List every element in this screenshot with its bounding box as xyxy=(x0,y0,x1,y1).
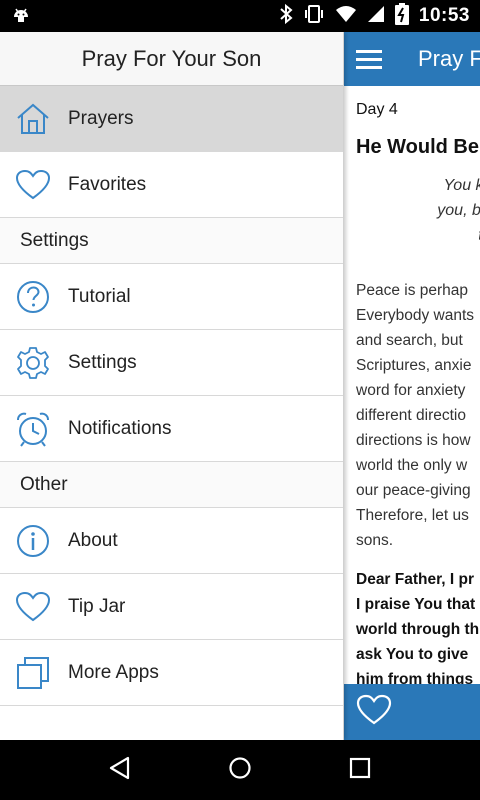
home-circle-icon xyxy=(228,756,252,785)
status-time: 10:53 xyxy=(418,5,470,26)
navigation-drawer: Pray For Your Son Prayers Favorites Sett… xyxy=(0,32,344,740)
drawer-item-label: Tutorial xyxy=(68,285,131,307)
drawer-item-prayers[interactable]: Prayers xyxy=(0,86,343,152)
verse-line: you, because he xyxy=(437,202,480,219)
info-circle-icon xyxy=(0,508,68,574)
back-button[interactable] xyxy=(90,740,150,800)
system-nav-bar xyxy=(0,740,480,800)
drawer-item-tutorial[interactable]: Tutorial xyxy=(0,264,343,330)
drawer-item-settings[interactable]: Settings xyxy=(0,330,343,396)
prayer-line: world through th xyxy=(356,621,480,638)
drawer-item-notifications[interactable]: Notifications xyxy=(0,396,343,462)
status-bar: 10:53 xyxy=(0,0,480,32)
body-line: Therefore, let us xyxy=(356,507,469,524)
app-toolbar: Pray F xyxy=(344,32,480,86)
battery-charging-icon xyxy=(394,2,409,30)
signal-icon xyxy=(367,5,385,28)
section-header-other: Other xyxy=(0,462,343,508)
verse-line: the L xyxy=(356,223,480,248)
verse-line: You keep him i xyxy=(443,177,480,194)
drawer-item-label: Prayers xyxy=(68,107,134,129)
drawer-item-favorites[interactable]: Favorites xyxy=(0,152,343,218)
drawer-item-about[interactable]: About xyxy=(0,508,343,574)
section-label: Other xyxy=(20,473,68,495)
wifi-icon xyxy=(335,5,357,28)
gear-icon xyxy=(0,330,68,396)
body-line: directions is how xyxy=(356,432,471,449)
body-line: Scriptures, anxie xyxy=(356,357,472,374)
drawer-item-label: Settings xyxy=(68,351,137,373)
body-line: world the only w xyxy=(356,457,468,474)
heart-icon xyxy=(0,152,68,218)
drawer-item-label: About xyxy=(68,529,118,551)
drawer-item-label: Tip Jar xyxy=(68,595,126,617)
main-content: Pray F Day 4 He Would Be You keep him i … xyxy=(344,32,480,740)
bluetooth-icon xyxy=(279,3,293,30)
heart-icon xyxy=(0,574,68,640)
body-line: our peace-giving xyxy=(356,482,471,499)
toolbar-title: Pray F xyxy=(418,46,480,71)
body-line: and search, but xyxy=(356,332,463,349)
drawer-item-more-apps[interactable]: More Apps xyxy=(0,640,343,706)
stacked-squares-icon xyxy=(0,640,68,706)
verse-text: You keep him i you, because he the L xyxy=(356,173,480,248)
drawer-item-label: Favorites xyxy=(68,173,147,195)
home-icon xyxy=(0,86,68,152)
favorite-heart-icon[interactable] xyxy=(356,694,392,731)
drawer-header: Pray For Your Son xyxy=(0,32,343,86)
drawer-item-tip-jar[interactable]: Tip Jar xyxy=(0,574,343,640)
recents-button[interactable] xyxy=(330,740,390,800)
help-circle-icon xyxy=(0,264,68,330)
body-line: Everybody wants xyxy=(356,307,475,324)
prayer-content: Day 4 He Would Be You keep him i you, be… xyxy=(356,86,480,692)
alarm-clock-icon xyxy=(0,396,68,462)
prayer-line: ask You to give xyxy=(356,646,469,663)
body-line: word for anxiety xyxy=(356,382,466,399)
prayer-line: Dear Father, I pr xyxy=(356,571,475,588)
day-label: Day 4 xyxy=(356,101,398,118)
prayer-line: I praise You that xyxy=(356,596,476,613)
menu-icon[interactable] xyxy=(344,32,396,86)
bottom-action-bar xyxy=(344,684,480,740)
body-line: Peace is perhap xyxy=(356,282,469,299)
prayer-text: Dear Father, I pr I praise You that worl… xyxy=(356,567,480,692)
body-line: different directio xyxy=(356,407,466,424)
home-button[interactable] xyxy=(210,740,270,800)
prayer-heading: He Would Be xyxy=(356,136,479,158)
android-debug-icon xyxy=(10,3,32,30)
section-label: Settings xyxy=(20,229,89,251)
recents-square-icon xyxy=(349,757,371,784)
drawer-item-label: Notifications xyxy=(68,417,172,439)
body-line: sons. xyxy=(356,532,394,549)
devotional-text: Peace is perhap Everybody wants and sear… xyxy=(356,278,480,553)
back-triangle-icon xyxy=(108,756,132,785)
section-header-settings: Settings xyxy=(0,218,343,264)
vibrate-icon xyxy=(303,4,325,29)
drawer-title: Pray For Your Son xyxy=(81,45,262,71)
drawer-item-label: More Apps xyxy=(68,661,159,683)
